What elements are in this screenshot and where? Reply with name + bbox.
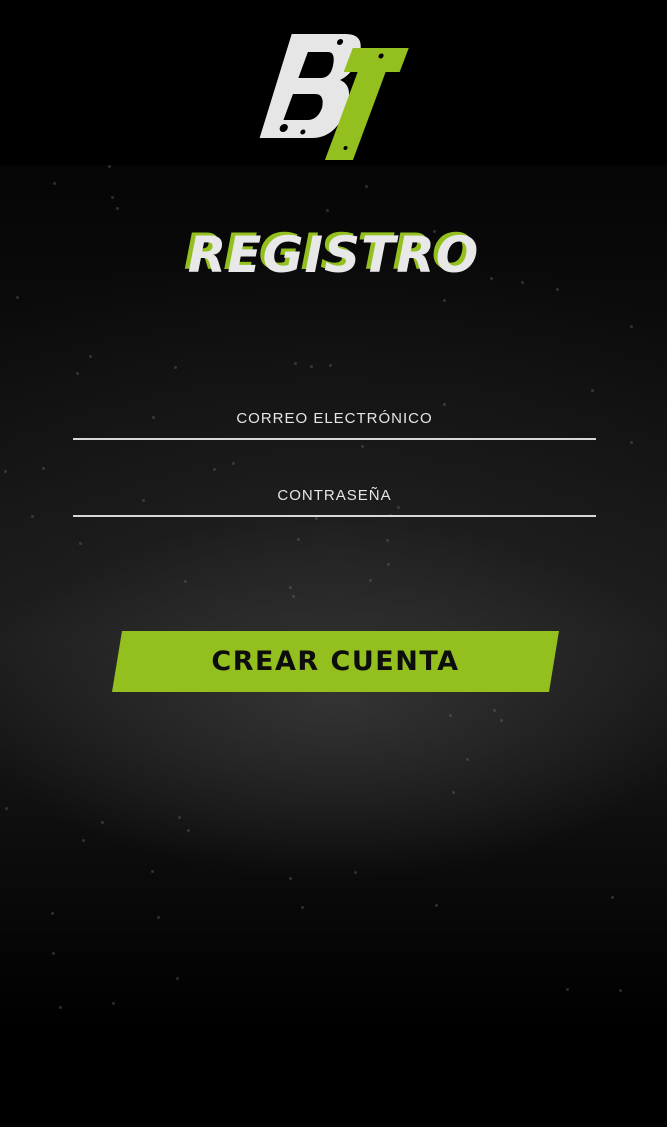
texture-speck xyxy=(354,871,357,874)
texture-speck xyxy=(326,209,329,212)
texture-speck xyxy=(566,988,569,991)
email-field[interactable] xyxy=(73,398,596,440)
texture-speck xyxy=(611,896,614,899)
texture-speck xyxy=(174,366,177,369)
texture-speck xyxy=(111,196,114,199)
texture-speck xyxy=(52,952,55,955)
texture-speck xyxy=(187,829,190,832)
password-input[interactable] xyxy=(73,475,596,515)
texture-speck xyxy=(51,912,54,915)
texture-speck xyxy=(112,1002,115,1005)
texture-speck xyxy=(16,296,19,299)
texture-speck xyxy=(53,182,56,185)
texture-speck xyxy=(292,595,295,598)
texture-speck xyxy=(443,299,446,302)
texture-speck xyxy=(329,364,332,367)
create-account-button[interactable]: CREAR CUENTA xyxy=(112,631,559,692)
texture-speck xyxy=(82,839,85,842)
texture-speck xyxy=(79,542,82,545)
texture-speck xyxy=(435,904,438,907)
texture-speck xyxy=(116,207,119,210)
texture-speck xyxy=(386,539,389,542)
texture-speck xyxy=(176,977,179,980)
texture-speck xyxy=(315,517,318,520)
texture-speck xyxy=(369,579,372,582)
texture-speck xyxy=(556,288,559,291)
texture-speck xyxy=(591,389,594,392)
texture-speck xyxy=(42,467,45,470)
bt-logo-icon xyxy=(255,28,415,163)
texture-speck xyxy=(630,441,633,444)
texture-speck xyxy=(493,709,496,712)
texture-speck xyxy=(151,870,154,873)
email-input[interactable] xyxy=(73,398,596,438)
texture-speck xyxy=(294,362,297,365)
texture-speck xyxy=(361,445,364,448)
texture-speck xyxy=(157,916,160,919)
texture-speck xyxy=(5,807,8,810)
texture-speck xyxy=(178,816,181,819)
texture-speck xyxy=(76,372,79,375)
texture-speck xyxy=(184,580,187,583)
password-field[interactable] xyxy=(73,475,596,517)
texture-speck xyxy=(289,877,292,880)
texture-speck xyxy=(59,1006,62,1009)
texture-speck xyxy=(452,791,455,794)
texture-speck xyxy=(289,586,292,589)
create-account-button-label: CREAR CUENTA xyxy=(211,646,460,677)
texture-speck xyxy=(466,758,469,761)
texture-speck xyxy=(449,714,452,717)
texture-speck xyxy=(31,515,34,518)
texture-speck xyxy=(630,325,633,328)
background-texture xyxy=(0,165,667,1027)
texture-speck xyxy=(297,538,300,541)
register-screen: REGISTRO CREAR CUENTA xyxy=(0,0,667,1127)
texture-speck xyxy=(619,989,622,992)
texture-speck xyxy=(232,462,235,465)
texture-speck xyxy=(387,563,390,566)
texture-speck xyxy=(301,906,304,909)
texture-speck xyxy=(89,355,92,358)
texture-speck xyxy=(213,468,216,471)
texture-speck xyxy=(108,165,111,168)
texture-speck xyxy=(500,719,503,722)
texture-speck xyxy=(365,185,368,188)
page-title: REGISTRO xyxy=(187,226,480,284)
texture-speck xyxy=(310,365,313,368)
texture-speck xyxy=(4,470,7,473)
texture-speck xyxy=(101,821,104,824)
